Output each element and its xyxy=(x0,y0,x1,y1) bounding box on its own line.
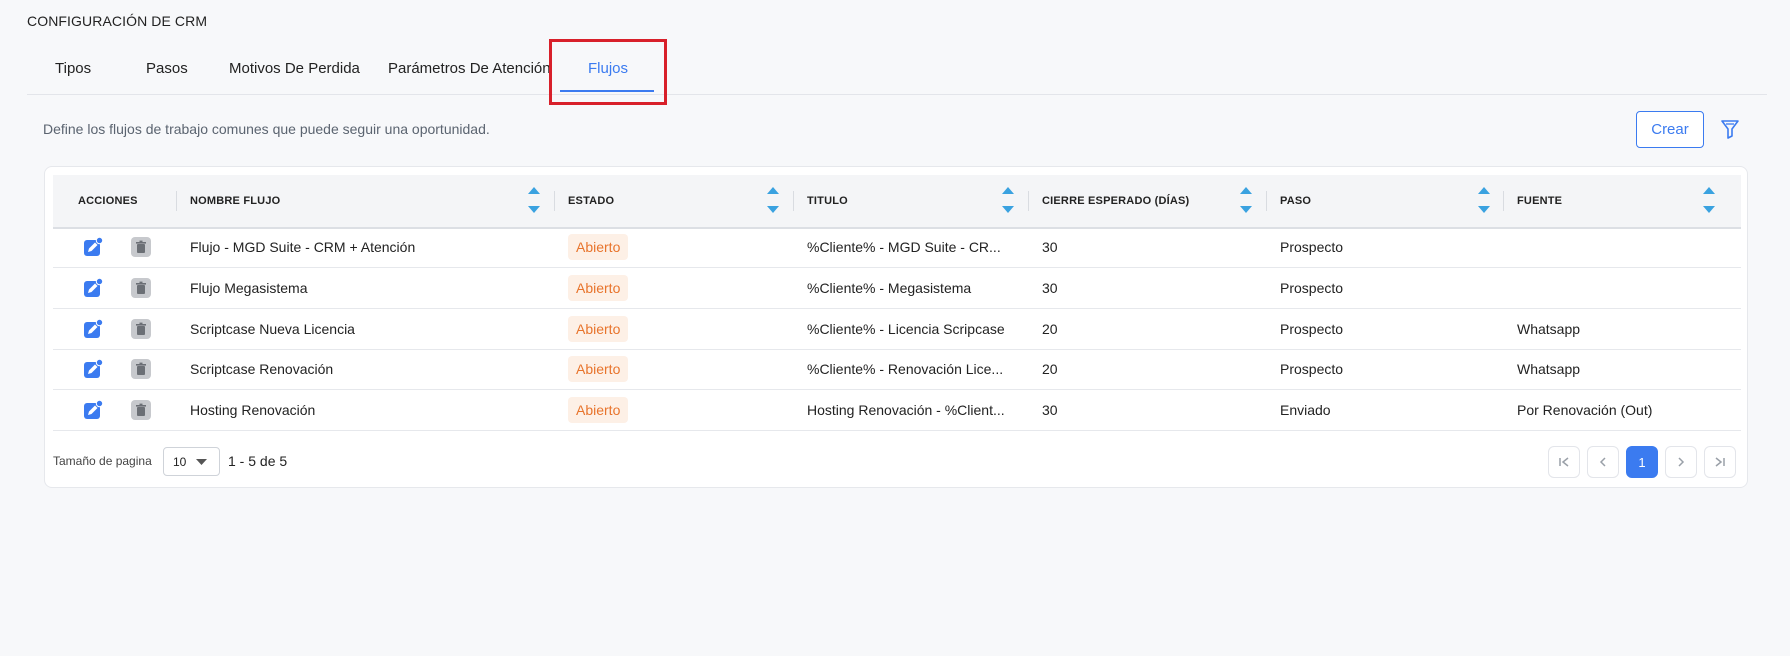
tab-motivos-de-perdida[interactable]: Motivos De Perdida xyxy=(229,60,360,77)
column-divider xyxy=(554,191,555,211)
trash-icon[interactable] xyxy=(131,359,151,379)
pagination-range: 1 - 5 de 5 xyxy=(228,453,288,469)
trash-icon[interactable] xyxy=(131,319,151,339)
column-header-estado[interactable]: ESTADO xyxy=(568,175,614,227)
status-badge: Abierto xyxy=(568,316,629,342)
column-divider xyxy=(1503,191,1504,211)
first-page-icon xyxy=(1559,457,1569,467)
cell-nombre: Flujo - MGD Suite - CRM + Atención xyxy=(190,239,416,255)
column-header-acciones: ACCIONES xyxy=(78,195,138,207)
page-description: Define los flujos de trabajo comunes que… xyxy=(43,121,490,137)
tab-bar: Tipos Pasos Motivos De Perdida Parámetro… xyxy=(27,46,1767,95)
filter-icon[interactable] xyxy=(1719,118,1741,140)
column-header-cierre-esperado[interactable]: CIERRE ESPERADO (DÍAS) xyxy=(1042,175,1189,227)
cell-nombre: Flujo Megasistema xyxy=(190,280,308,296)
trash-icon[interactable] xyxy=(131,400,151,420)
cell-fuente: Whatsapp xyxy=(1517,321,1581,337)
edit-icon[interactable] xyxy=(83,399,104,420)
chevron-right-icon xyxy=(1678,457,1685,467)
cell-cierre: 20 xyxy=(1042,361,1058,377)
table-row: Scriptcase Renovación Abierto %Cliente% … xyxy=(53,349,1741,390)
page-title: CONFIGURACIÓN DE CRM xyxy=(27,13,208,29)
column-divider xyxy=(793,191,794,211)
table-row: Hosting Renovación Abierto Hosting Renov… xyxy=(53,390,1741,431)
cell-cierre: 30 xyxy=(1042,239,1058,255)
cell-paso: Prospecto xyxy=(1280,280,1344,296)
tab-pasos[interactable]: Pasos xyxy=(146,60,188,77)
trash-icon[interactable] xyxy=(131,278,151,298)
highlight-box xyxy=(549,39,667,105)
cell-paso: Prospecto xyxy=(1280,361,1344,377)
status-badge: Abierto xyxy=(568,275,629,301)
cell-cierre: 30 xyxy=(1042,402,1058,418)
column-divider xyxy=(176,191,177,211)
table-row: Flujo - MGD Suite - CRM + Atención Abier… xyxy=(53,227,1741,268)
column-header-nombre-flujo[interactable]: NOMBRE FLUJO xyxy=(190,175,280,227)
cell-cierre: 20 xyxy=(1042,321,1058,337)
cell-estado: Abierto xyxy=(568,390,629,430)
cell-titulo: %Cliente% - Renovación Lice... xyxy=(807,361,1004,377)
cell-fuente: Por Renovación (Out) xyxy=(1517,402,1653,418)
cell-titulo: %Cliente% - Megasistema xyxy=(807,280,972,296)
next-page-button[interactable] xyxy=(1665,446,1697,478)
cell-paso: Prospecto xyxy=(1280,239,1344,255)
page-size-select[interactable]: 10 xyxy=(163,447,220,476)
cell-titulo: %Cliente% - Licencia Scripcase xyxy=(807,321,1005,337)
edit-icon[interactable] xyxy=(83,318,104,339)
edit-icon[interactable] xyxy=(83,236,104,257)
cell-estado: Abierto xyxy=(568,309,629,349)
last-page-icon xyxy=(1715,457,1725,467)
cell-estado: Abierto xyxy=(568,349,629,389)
cell-estado: Abierto xyxy=(568,268,629,308)
column-header-paso[interactable]: PASO xyxy=(1280,175,1311,227)
table-row: Flujo Megasistema Abierto %Cliente% - Me… xyxy=(53,268,1741,309)
first-page-button[interactable] xyxy=(1548,446,1580,478)
chevron-left-icon xyxy=(1599,457,1606,467)
sort-icon[interactable] xyxy=(1001,185,1015,215)
edit-icon[interactable] xyxy=(83,277,104,298)
cell-titulo: %Cliente% - MGD Suite - CR... xyxy=(807,239,1001,255)
sort-icon[interactable] xyxy=(766,185,780,215)
cell-titulo: Hosting Renovación - %Client... xyxy=(807,402,1005,418)
cell-nombre: Scriptcase Renovación xyxy=(190,361,334,377)
page-size-label: Tamaño de pagina xyxy=(53,454,152,468)
column-divider xyxy=(1266,191,1267,211)
column-divider xyxy=(1028,191,1029,211)
chevron-down-icon xyxy=(196,459,207,465)
cell-cierre: 30 xyxy=(1042,280,1058,296)
sort-icon[interactable] xyxy=(527,185,541,215)
page-size-value: 10 xyxy=(173,455,187,469)
status-badge: Abierto xyxy=(568,234,629,260)
sort-icon[interactable] xyxy=(1477,185,1491,215)
status-badge: Abierto xyxy=(568,397,629,423)
prev-page-button[interactable] xyxy=(1587,446,1619,478)
sort-icon[interactable] xyxy=(1239,185,1253,215)
cell-estado: Abierto xyxy=(568,227,629,267)
last-page-button[interactable] xyxy=(1704,446,1736,478)
cell-paso: Prospecto xyxy=(1280,321,1344,337)
page-button-current[interactable]: 1 xyxy=(1626,446,1658,478)
tab-tipos[interactable]: Tipos xyxy=(55,60,91,77)
column-header-fuente[interactable]: FUENTE xyxy=(1517,175,1562,227)
status-badge: Abierto xyxy=(568,356,629,382)
column-header-titulo[interactable]: TITULO xyxy=(807,175,848,227)
cell-nombre: Hosting Renovación xyxy=(190,402,316,418)
edit-icon[interactable] xyxy=(83,358,104,379)
tab-parametros-de-atencion[interactable]: Parámetros De Atención xyxy=(388,60,551,77)
create-button[interactable]: Crear xyxy=(1636,111,1704,148)
table-row: Scriptcase Nueva Licencia Abierto %Clien… xyxy=(53,309,1741,350)
flows-table: ACCIONES NOMBRE FLUJO ESTADO TITULO CIER… xyxy=(44,166,1748,488)
cell-fuente: Whatsapp xyxy=(1517,361,1581,377)
cell-nombre: Scriptcase Nueva Licencia xyxy=(190,321,355,337)
table-header: ACCIONES NOMBRE FLUJO ESTADO TITULO CIER… xyxy=(53,175,1741,229)
sort-icon[interactable] xyxy=(1702,185,1716,215)
trash-icon[interactable] xyxy=(131,237,151,257)
cell-paso: Enviado xyxy=(1280,402,1331,418)
